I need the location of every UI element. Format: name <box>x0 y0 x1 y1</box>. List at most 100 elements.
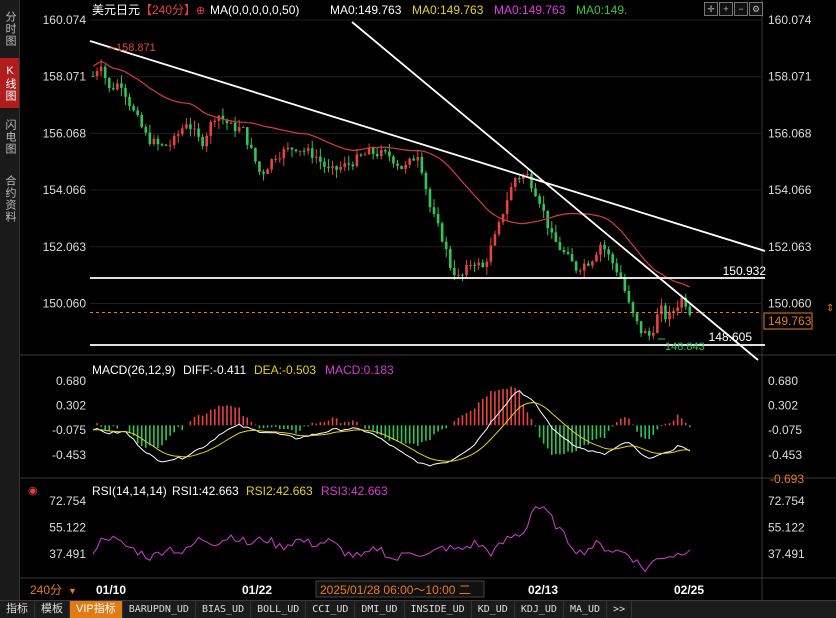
candle-body <box>262 171 265 174</box>
candle-body <box>120 83 123 88</box>
candle-body <box>294 149 298 152</box>
candle-body <box>518 178 521 180</box>
candle-body <box>160 144 164 146</box>
candle-body <box>185 124 188 129</box>
indicator-tab-bar: 指标 模板 VIP指标 BARUPDN_UD BIAS_UD BOLL_UD CCI_UD D… <box>0 600 836 618</box>
candle-body <box>672 310 675 312</box>
candle-body <box>116 83 119 90</box>
candle-body <box>457 274 460 276</box>
candle-body <box>619 272 623 278</box>
candle-body <box>156 138 160 145</box>
macd-tick-left: 0.680 <box>56 374 86 388</box>
candle-body <box>607 249 610 255</box>
macd-tick-right: -0.075 <box>768 423 802 437</box>
indicator-tab-8[interactable]: INSIDE_UD <box>405 601 472 618</box>
resistance-label: 150.932 <box>723 264 767 278</box>
indicator-settings-icon[interactable]: ⊕ <box>196 5 205 17</box>
rsi-tick-right: 55.122 <box>768 521 805 535</box>
rsi3-value: RSI3:42.663 <box>321 484 388 498</box>
candle-body <box>603 244 606 250</box>
candle-body <box>233 122 237 132</box>
candle-body <box>448 249 452 269</box>
candle-body <box>469 264 472 266</box>
candle-body <box>473 264 476 266</box>
candle-body <box>428 189 432 208</box>
candle-body <box>351 164 355 167</box>
ma-readout-3: MA0:149. <box>576 3 627 17</box>
candle-body <box>599 244 602 255</box>
candle-body <box>278 158 282 160</box>
rsi-axis: 72.754 72.754 55.122 55.122 37.491 37.491 <box>49 494 805 561</box>
candle-body <box>412 158 416 161</box>
trendlines[interactable] <box>89 21 766 361</box>
candle-body <box>99 66 103 72</box>
candle-body <box>643 331 647 334</box>
candle-body <box>513 178 517 188</box>
candle-body <box>578 270 582 272</box>
candle-body <box>250 144 253 148</box>
candle-body <box>181 128 184 135</box>
candle-body <box>562 249 566 253</box>
candle-body <box>465 265 468 276</box>
candle-body <box>501 214 505 223</box>
candle-body <box>229 122 233 124</box>
chart-area[interactable]: 美元日元 【240分】 ⊕ MA(0,0,0,0,0,50) MA0:149.7… <box>0 0 836 600</box>
indicator-tab-7[interactable]: DMI_UD <box>355 601 405 618</box>
candle-body <box>319 156 322 162</box>
indicator-tab-12[interactable]: >> <box>607 601 633 618</box>
indicator-tab-4[interactable]: BIAS_UD <box>196 601 252 618</box>
crosshair-time: 2025/01/28 06:00～10:00 二 <box>320 583 471 597</box>
candle-body <box>647 331 651 336</box>
indicator-tab-5[interactable]: BOLL_UD <box>251 601 307 618</box>
macd-tick-right: -0.453 <box>768 448 802 462</box>
candle-body <box>453 268 456 276</box>
candle-body <box>245 127 249 145</box>
indicator-tab-3[interactable]: BARUPDN_UD <box>123 601 196 618</box>
candle-body <box>132 105 135 111</box>
indicator-tab-0[interactable]: 指标 <box>0 601 35 618</box>
trendline-upper <box>89 40 766 252</box>
period-dropdown-icon: ▼ <box>68 586 77 596</box>
indicator-tab-2[interactable]: VIP指标 <box>70 601 123 618</box>
candle-body <box>424 172 428 190</box>
candle-body <box>635 313 639 322</box>
candle-body <box>461 274 464 276</box>
indicator-tab-10[interactable]: KDJ_UD <box>515 601 564 618</box>
macd-tick-left: -0.075 <box>52 423 86 437</box>
candle-body <box>497 222 501 235</box>
rsi-tick-right: 72.754 <box>768 494 805 508</box>
candle-body <box>566 252 570 254</box>
indicator-tab-9[interactable]: KD_UD <box>472 601 515 618</box>
indicator-tab-11[interactable]: MA_UD <box>564 601 608 618</box>
candle-body <box>209 122 213 136</box>
candle-body <box>656 314 659 333</box>
settings-icon[interactable]: ⚙ <box>749 2 763 16</box>
price-tick-left: 152.063 <box>43 240 87 254</box>
rsi-tick-left: 37.491 <box>49 547 86 561</box>
price-tick-left: 154.066 <box>43 183 87 197</box>
candle-body <box>193 128 196 130</box>
high-price-label: 158.871 <box>116 42 156 54</box>
candle-body <box>140 114 144 128</box>
indicator-tab-6[interactable]: CCI_UD <box>306 601 356 618</box>
candle-body <box>639 321 643 334</box>
candle-body <box>258 161 261 172</box>
candle-body <box>323 161 326 167</box>
macd-tick-left: 0.302 <box>56 399 86 413</box>
period-badge: 240分 <box>30 583 62 597</box>
candle-body <box>688 306 692 315</box>
rsi-tick-right: 37.491 <box>768 547 805 561</box>
candle-body <box>615 263 619 273</box>
indicator-tab-1[interactable]: 模板 <box>35 601 70 618</box>
trendline-steep <box>351 21 759 361</box>
price-tick-left: 158.071 <box>43 70 87 84</box>
zoom-out-icon[interactable]: − <box>734 2 748 16</box>
time-axis-date: 02/25 <box>674 583 704 597</box>
candle-body <box>379 150 383 157</box>
time-axis-date: 01/22 <box>242 583 272 597</box>
zoom-in-icon[interactable]: + <box>719 2 733 16</box>
candle-body <box>444 241 448 250</box>
candle-body <box>286 147 290 150</box>
crosshair-icon[interactable]: ✛ <box>704 2 718 16</box>
candle-body <box>103 66 107 78</box>
